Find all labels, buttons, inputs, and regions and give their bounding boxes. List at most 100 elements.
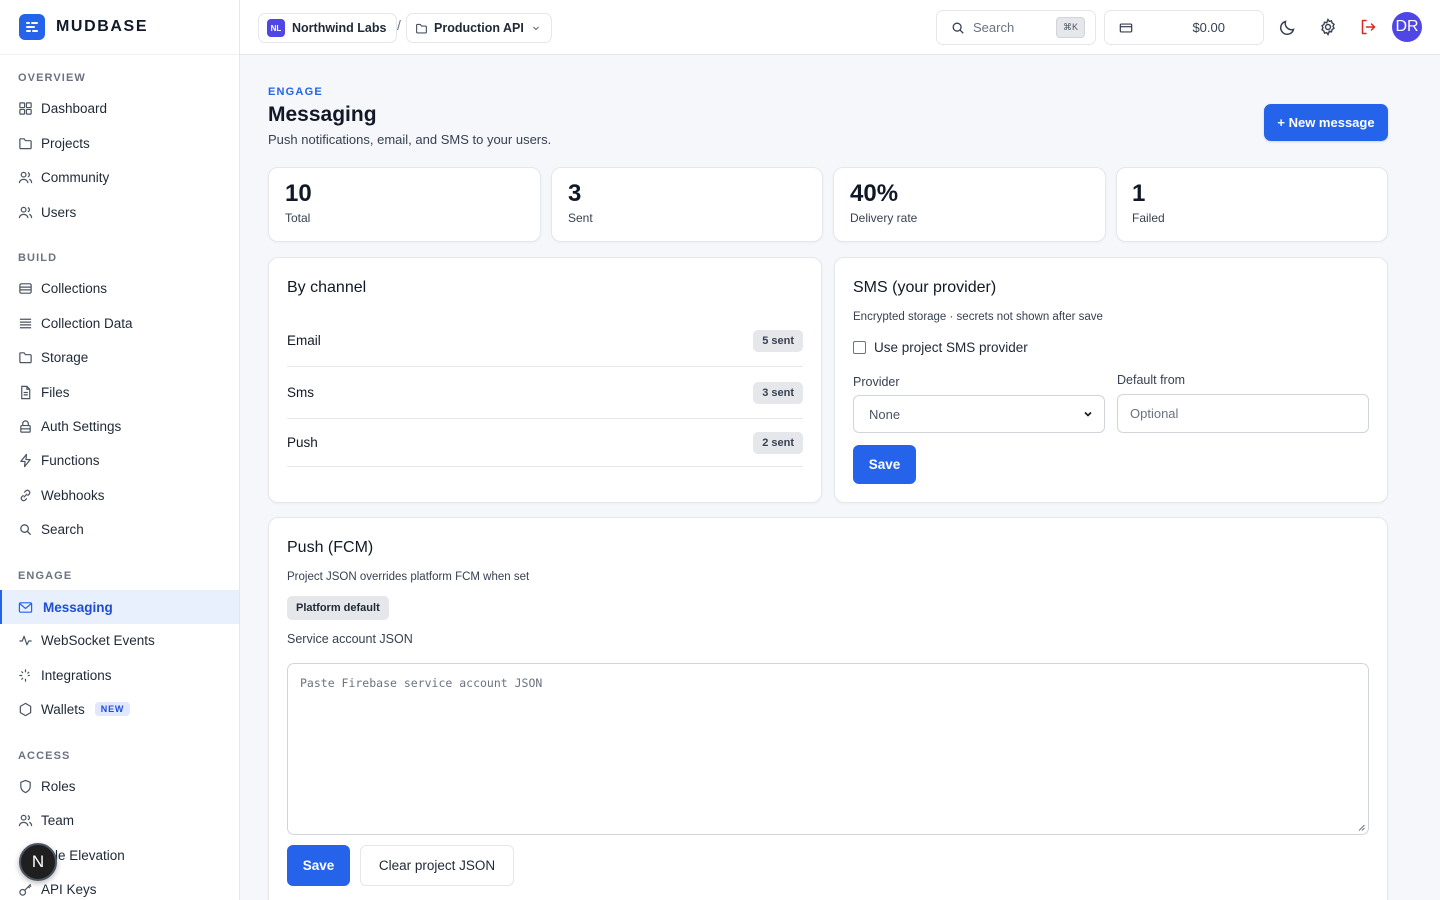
bolt-icon [20, 453, 31, 467]
sent-count-badge: 5 sent [753, 329, 803, 352]
section-title-overview: OVERVIEW [18, 72, 86, 84]
org-switcher[interactable]: NL Northwind Labs [258, 13, 398, 43]
json-label: Service account JSON [287, 632, 413, 646]
sidebar-item-community[interactable]: Community [0, 160, 239, 194]
use-project-sms-checkbox[interactable]: Use project SMS provider [853, 340, 1028, 355]
sidebar-item-label: Messaging [43, 599, 113, 615]
sidebar-item-wallets[interactable]: Wallets NEW [0, 692, 239, 726]
stat-label: Delivery rate [850, 211, 918, 225]
sidebar-item-storage[interactable]: Storage [0, 340, 239, 374]
sidebar-item-projects[interactable]: Projects [0, 126, 239, 160]
search-shortcut: ⌘K [1055, 17, 1085, 38]
service-account-json-textarea[interactable]: Paste Firebase service account JSON [287, 663, 1369, 835]
floating-dev-avatar[interactable]: N [19, 843, 57, 881]
gear-icon[interactable] [1318, 17, 1338, 37]
provider-selected-value: None [869, 406, 901, 422]
sidebar-item-files[interactable]: Files [0, 375, 239, 409]
logo-icon [19, 14, 45, 40]
new-message-button[interactable]: + New message [1264, 104, 1388, 141]
org-avatar: NL [267, 19, 285, 37]
sidebar-item-functions[interactable]: Functions [0, 443, 239, 477]
channel-row-push: Push 2 sent [287, 419, 803, 467]
balance-button[interactable]: $0.00 [1104, 10, 1264, 45]
sidebar-item-integrations[interactable]: Integrations [0, 658, 239, 692]
hexagon-icon [19, 702, 32, 716]
textarea-placeholder: Paste Firebase service account JSON [300, 676, 543, 690]
sidebar-item-label: Team [41, 812, 75, 828]
section-title-engage: ENGAGE [18, 570, 73, 582]
channel-row-email: Email 5 sent [287, 315, 803, 367]
sidebar-item-dashboard[interactable]: Dashboard [0, 91, 239, 125]
users-icon [18, 171, 33, 183]
sidebar-item-search[interactable]: Search [0, 512, 239, 546]
card-title: By channel [287, 279, 367, 296]
stat-card-total: 10 Total [268, 167, 541, 242]
page-eyebrow: ENGAGE [268, 86, 323, 98]
sidebar-item-label: Roles [41, 778, 76, 794]
users-icon [18, 814, 33, 826]
sidebar-item-collection-data[interactable]: Collection Data [0, 306, 239, 340]
sidebar-item-users[interactable]: Users [0, 195, 239, 229]
provider-select[interactable]: None [853, 395, 1105, 433]
sidebar-item-label: Users [41, 204, 77, 220]
sidebar-item-label: Functions [41, 452, 100, 468]
sidebar-item-team[interactable]: Team [0, 803, 239, 837]
user-avatar[interactable]: DR [1392, 12, 1422, 42]
topbar: NL Northwind Labs / Production API Searc… [240, 0, 1440, 55]
logout-icon[interactable] [1358, 17, 1378, 37]
push-save-button[interactable]: Save [287, 845, 350, 886]
link-icon [20, 489, 31, 501]
project-name: Production API [434, 21, 524, 35]
clear-project-json-button[interactable]: Clear project JSON [360, 845, 514, 886]
sidebar-item-label: Search [41, 521, 84, 537]
folder-icon [19, 137, 32, 149]
sidebar-item-roles[interactable]: Roles [0, 769, 239, 803]
chevron-down-icon [1084, 411, 1092, 417]
file-icon [21, 385, 31, 399]
sidebar-item-label: Community [41, 169, 110, 185]
default-from-input[interactable]: Optional [1117, 394, 1369, 433]
stat-card-delivery-rate: 40% Delivery rate [833, 167, 1106, 242]
mail-icon [18, 601, 33, 613]
sidebar-item-label: Auth Settings [41, 418, 122, 434]
section-title-build: BUILD [18, 252, 58, 264]
balance-amount: $0.00 [1192, 20, 1225, 35]
database-icon [19, 282, 32, 294]
channel-name: Sms [287, 385, 314, 400]
project-switcher[interactable]: Production API [406, 13, 552, 43]
sent-count-badge: 2 sent [753, 431, 803, 454]
stat-card-sent: 3 Sent [551, 167, 823, 242]
sidebar-item-label: API Keys [41, 881, 97, 897]
sidebar-item-auth-settings[interactable]: Auth Settings [0, 409, 239, 443]
chevron-down-icon [532, 26, 539, 31]
sidebar-item-websocket-events[interactable]: WebSocket Events [0, 623, 239, 657]
sidebar-item-webhooks[interactable]: Webhooks [0, 478, 239, 512]
moon-icon[interactable] [1278, 17, 1298, 37]
checkbox-box[interactable] [853, 341, 866, 354]
by-channel-card: By channel Email 5 sent Sms 3 sent Push … [268, 257, 822, 503]
push-note: Project JSON overrides platform FCM when… [287, 571, 530, 583]
resize-handle-icon[interactable] [1358, 824, 1365, 831]
page-title: Messaging [268, 103, 377, 126]
list-icon [19, 318, 32, 328]
sent-count-badge: 3 sent [753, 381, 803, 404]
stat-value: 1 [1132, 180, 1146, 207]
channel-row-sms: Sms 3 sent [287, 367, 803, 419]
new-badge: NEW [94, 702, 131, 716]
activity-icon [19, 635, 32, 645]
brand[interactable]: MUDBASE [0, 0, 239, 55]
sidebar-item-collections[interactable]: Collections [0, 271, 239, 305]
org-name: Northwind Labs [292, 21, 387, 35]
sidebar-item-messaging[interactable]: Messaging [0, 590, 239, 624]
stat-value: 40% [850, 180, 899, 207]
provider-label: Provider [853, 375, 900, 389]
global-search[interactable]: Search ⌘K [936, 10, 1096, 45]
sidebar: MUDBASE OVERVIEW Dashboard Projects Comm… [0, 0, 240, 900]
push-fcm-card: Push (FCM) Project JSON overrides platfo… [268, 517, 1388, 900]
sms-save-button[interactable]: Save [853, 445, 916, 484]
channel-name: Push [287, 435, 318, 450]
stat-label: Sent [568, 211, 593, 225]
default-from-placeholder: Optional [1130, 406, 1179, 421]
app-name: MUDBASE [56, 18, 149, 35]
stat-value: 3 [568, 180, 582, 207]
